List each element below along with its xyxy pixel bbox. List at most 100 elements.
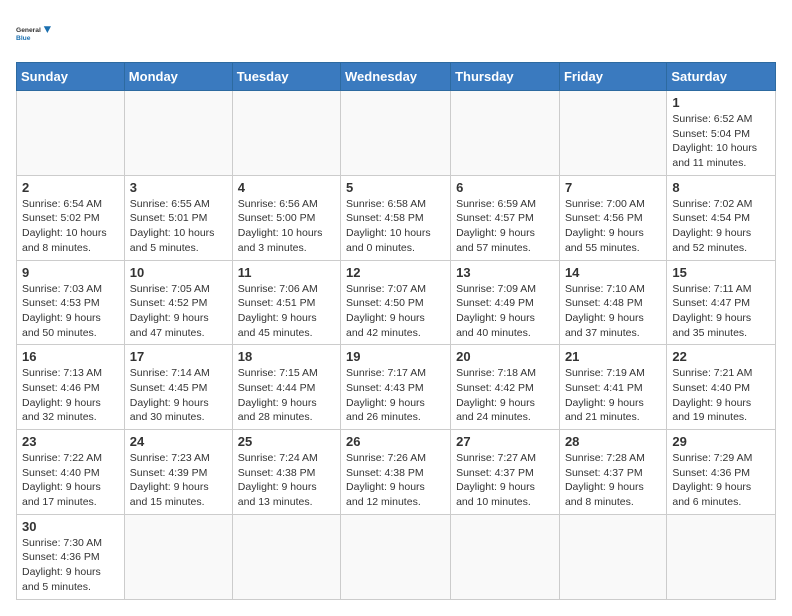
calendar-week-row: 30Sunrise: 7:30 AM Sunset: 4:36 PM Dayli… xyxy=(17,514,776,599)
calendar-day-cell: 28 Sunrise: 7:28 AM Sunset: 4:37 PM Dayli… xyxy=(559,430,666,515)
calendar-day-cell xyxy=(341,514,451,599)
calendar-day-cell xyxy=(451,91,560,176)
day-number: 4 xyxy=(238,180,335,195)
calendar-day-cell: 16Sunrise: 7:13 AM Sunset: 4:46 PM Dayli… xyxy=(17,345,125,430)
day-info: Sunrise: 6:56 AM Sunset: 5:00 PM Dayligh… xyxy=(238,197,335,256)
day-info: Sunrise: 6:59 AM Sunset: 4:57 PM Dayligh… xyxy=(456,197,554,256)
day-number: 28 xyxy=(565,434,661,449)
calendar-day-cell: 18 Sunrise: 7:15 AM Sunset: 4:44 PM Dayli… xyxy=(232,345,340,430)
calendar-table: SundayMondayTuesdayWednesdayThursdayFrid… xyxy=(16,62,776,600)
day-info: Sunrise: 7:23 AM Sunset: 4:39 PM Dayligh… xyxy=(130,451,227,510)
day-number: 18 xyxy=(238,349,335,364)
day-number: 22 xyxy=(672,349,770,364)
calendar-day-cell: 2 Sunrise: 6:54 AM Sunset: 5:02 PM Daylig… xyxy=(17,175,125,260)
day-info: Sunrise: 7:28 AM Sunset: 4:37 PM Dayligh… xyxy=(565,451,661,510)
day-number: 3 xyxy=(130,180,227,195)
weekday-header-saturday: Saturday xyxy=(667,63,776,91)
calendar-day-cell: 20Sunrise: 7:18 AM Sunset: 4:42 PM Dayli… xyxy=(451,345,560,430)
calendar-day-cell xyxy=(667,514,776,599)
day-number: 24 xyxy=(130,434,227,449)
weekday-header-sunday: Sunday xyxy=(17,63,125,91)
calendar-day-cell xyxy=(559,91,666,176)
calendar-day-cell: 10 Sunrise: 7:05 AM Sunset: 4:52 PM Dayli… xyxy=(124,260,232,345)
day-info: Sunrise: 7:05 AM Sunset: 4:52 PM Dayligh… xyxy=(130,282,227,341)
day-number: 21 xyxy=(565,349,661,364)
weekday-header-friday: Friday xyxy=(559,63,666,91)
calendar-day-cell xyxy=(124,514,232,599)
calendar-day-cell xyxy=(341,91,451,176)
day-info: Sunrise: 7:02 AM Sunset: 4:54 PM Dayligh… xyxy=(672,197,770,256)
day-number: 5 xyxy=(346,180,445,195)
day-info: Sunrise: 7:18 AM Sunset: 4:42 PM Dayligh… xyxy=(456,366,554,425)
day-info: Sunrise: 7:07 AM Sunset: 4:50 PM Dayligh… xyxy=(346,282,445,341)
day-info: Sunrise: 7:03 AM Sunset: 4:53 PM Dayligh… xyxy=(22,282,119,341)
calendar-day-cell: 4 Sunrise: 6:56 AM Sunset: 5:00 PM Daylig… xyxy=(232,175,340,260)
logo-icon: GeneralBlue xyxy=(16,16,52,52)
calendar-week-row: 16Sunrise: 7:13 AM Sunset: 4:46 PM Dayli… xyxy=(17,345,776,430)
calendar-day-cell xyxy=(232,514,340,599)
calendar-day-cell: 29 Sunrise: 7:29 AM Sunset: 4:36 PM Dayli… xyxy=(667,430,776,515)
weekday-header-wednesday: Wednesday xyxy=(341,63,451,91)
day-number: 23 xyxy=(22,434,119,449)
day-number: 12 xyxy=(346,265,445,280)
day-number: 17 xyxy=(130,349,227,364)
day-info: Sunrise: 7:19 AM Sunset: 4:41 PM Dayligh… xyxy=(565,366,661,425)
day-info: Sunrise: 7:09 AM Sunset: 4:49 PM Dayligh… xyxy=(456,282,554,341)
calendar-day-cell xyxy=(232,91,340,176)
calendar-day-cell: 25 Sunrise: 7:24 AM Sunset: 4:38 PM Dayli… xyxy=(232,430,340,515)
svg-text:General: General xyxy=(16,27,41,34)
calendar-week-row: 1 Sunrise: 6:52 AM Sunset: 5:04 PM Daylig… xyxy=(17,91,776,176)
day-number: 13 xyxy=(456,265,554,280)
weekday-header-thursday: Thursday xyxy=(451,63,560,91)
day-number: 8 xyxy=(672,180,770,195)
day-info: Sunrise: 7:00 AM Sunset: 4:56 PM Dayligh… xyxy=(565,197,661,256)
day-info: Sunrise: 7:14 AM Sunset: 4:45 PM Dayligh… xyxy=(130,366,227,425)
day-number: 2 xyxy=(22,180,119,195)
calendar-day-cell: 21 Sunrise: 7:19 AM Sunset: 4:41 PM Dayli… xyxy=(559,345,666,430)
calendar-day-cell: 6 Sunrise: 6:59 AM Sunset: 4:57 PM Daylig… xyxy=(451,175,560,260)
page-header: GeneralBlue xyxy=(16,16,776,52)
day-info: Sunrise: 7:26 AM Sunset: 4:38 PM Dayligh… xyxy=(346,451,445,510)
calendar-day-cell: 22 Sunrise: 7:21 AM Sunset: 4:40 PM Dayli… xyxy=(667,345,776,430)
calendar-week-row: 23 Sunrise: 7:22 AM Sunset: 4:40 PM Dayli… xyxy=(17,430,776,515)
day-info: Sunrise: 7:21 AM Sunset: 4:40 PM Dayligh… xyxy=(672,366,770,425)
day-info: Sunrise: 7:15 AM Sunset: 4:44 PM Dayligh… xyxy=(238,366,335,425)
calendar-day-cell xyxy=(124,91,232,176)
day-info: Sunrise: 6:58 AM Sunset: 4:58 PM Dayligh… xyxy=(346,197,445,256)
day-number: 29 xyxy=(672,434,770,449)
calendar-day-cell xyxy=(17,91,125,176)
day-number: 25 xyxy=(238,434,335,449)
calendar-day-cell: 1 Sunrise: 6:52 AM Sunset: 5:04 PM Daylig… xyxy=(667,91,776,176)
calendar-day-cell: 26 Sunrise: 7:26 AM Sunset: 4:38 PM Dayli… xyxy=(341,430,451,515)
day-number: 11 xyxy=(238,265,335,280)
day-info: Sunrise: 7:11 AM Sunset: 4:47 PM Dayligh… xyxy=(672,282,770,341)
day-info: Sunrise: 7:24 AM Sunset: 4:38 PM Dayligh… xyxy=(238,451,335,510)
day-number: 10 xyxy=(130,265,227,280)
calendar-day-cell: 30Sunrise: 7:30 AM Sunset: 4:36 PM Dayli… xyxy=(17,514,125,599)
day-info: Sunrise: 6:54 AM Sunset: 5:02 PM Dayligh… xyxy=(22,197,119,256)
day-number: 16 xyxy=(22,349,119,364)
day-info: Sunrise: 7:22 AM Sunset: 4:40 PM Dayligh… xyxy=(22,451,119,510)
day-info: Sunrise: 7:17 AM Sunset: 4:43 PM Dayligh… xyxy=(346,366,445,425)
day-info: Sunrise: 7:10 AM Sunset: 4:48 PM Dayligh… xyxy=(565,282,661,341)
calendar-day-cell: 24 Sunrise: 7:23 AM Sunset: 4:39 PM Dayli… xyxy=(124,430,232,515)
calendar-day-cell xyxy=(559,514,666,599)
svg-text:Blue: Blue xyxy=(16,35,31,42)
calendar-day-cell xyxy=(451,514,560,599)
calendar-day-cell: 9 Sunrise: 7:03 AM Sunset: 4:53 PM Daylig… xyxy=(17,260,125,345)
day-number: 9 xyxy=(22,265,119,280)
logo: GeneralBlue xyxy=(16,16,52,52)
day-number: 30 xyxy=(22,519,119,534)
day-info: Sunrise: 7:29 AM Sunset: 4:36 PM Dayligh… xyxy=(672,451,770,510)
calendar-day-cell: 11Sunrise: 7:06 AM Sunset: 4:51 PM Dayli… xyxy=(232,260,340,345)
calendar-day-cell: 12 Sunrise: 7:07 AM Sunset: 4:50 PM Dayli… xyxy=(341,260,451,345)
calendar-day-cell: 27Sunrise: 7:27 AM Sunset: 4:37 PM Dayli… xyxy=(451,430,560,515)
calendar-week-row: 2 Sunrise: 6:54 AM Sunset: 5:02 PM Daylig… xyxy=(17,175,776,260)
day-info: Sunrise: 6:52 AM Sunset: 5:04 PM Dayligh… xyxy=(672,112,770,171)
day-number: 1 xyxy=(672,95,770,110)
day-number: 6 xyxy=(456,180,554,195)
day-number: 27 xyxy=(456,434,554,449)
day-number: 26 xyxy=(346,434,445,449)
calendar-day-cell: 14 Sunrise: 7:10 AM Sunset: 4:48 PM Dayli… xyxy=(559,260,666,345)
day-number: 14 xyxy=(565,265,661,280)
